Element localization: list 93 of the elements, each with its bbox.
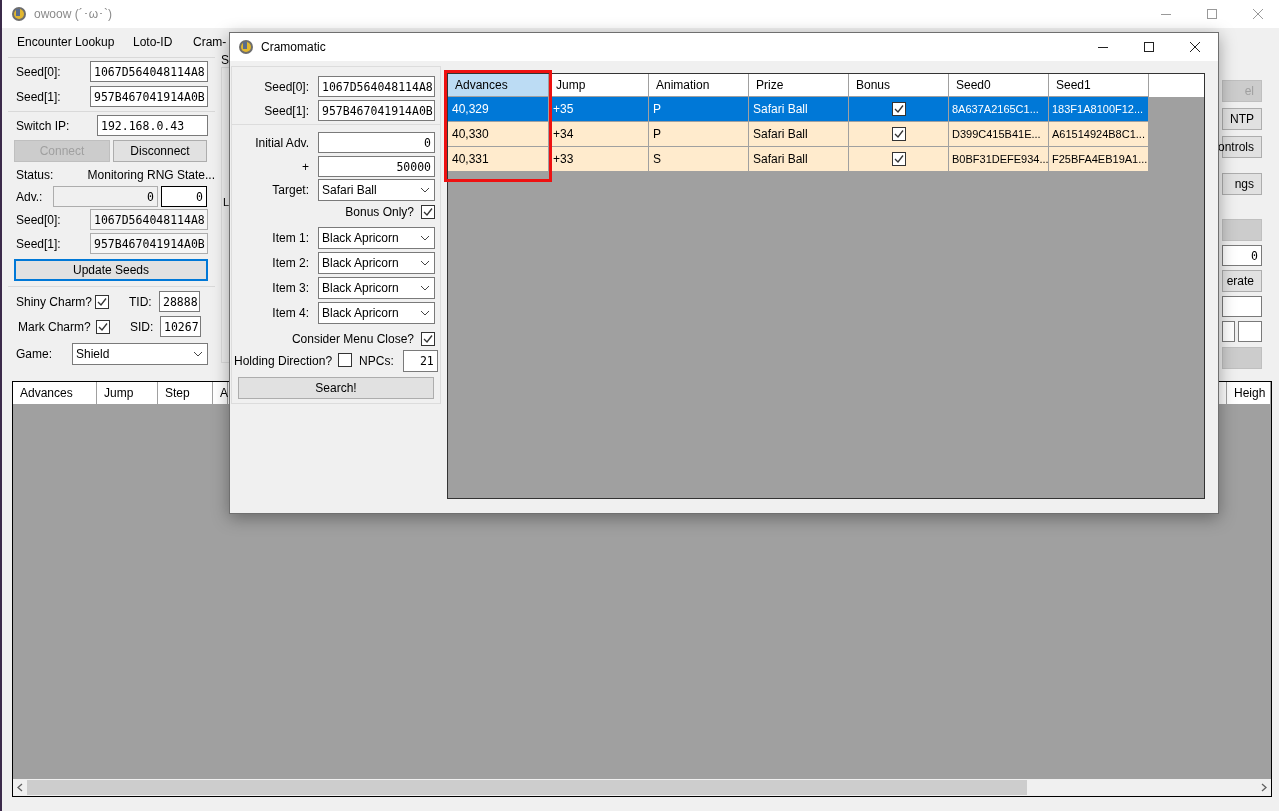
checkbox-label: Shiny Charm? [16,294,93,309]
checkbox[interactable] [96,319,110,334]
field-label: Seed[1]: [15,236,62,251]
dropdown[interactable]: Black Apricorn [318,227,435,249]
table-row[interactable]: 40,331 +33 S Safari Ball B0BF31DEFE934... F25BFA4EB19A1... [448,147,1149,172]
maximize-icon[interactable] [1144,42,1154,52]
chevron-icon [193,351,203,357]
checkbox-label: Holding Direction? [234,354,333,368]
app-icon [11,6,27,22]
field-label: TID: [129,294,153,309]
column-header[interactable]: Jump [97,382,158,404]
dropdown[interactable]: Black Apricorn [318,302,435,324]
menu-item[interactable]: Cram- [193,34,227,49]
checkbox[interactable] [891,127,906,141]
field-label: Adv.: [15,189,44,204]
text-field[interactable]: 0 [1222,245,1262,266]
table-cell: Safari Ball [749,147,849,172]
text-field[interactable]: 10267 [160,316,201,337]
update-seeds-button[interactable]: Update Seeds [14,259,208,281]
chevron-icon [420,235,430,241]
text-field[interactable]: 192.168.0.43 [97,115,208,136]
field-label: Seed[0]: [15,212,62,227]
text-field[interactable]: 28888 [159,291,200,312]
text-field[interactable] [1238,321,1262,342]
chevron-icon [420,285,430,291]
search-button[interactable]: Search! [238,377,434,399]
dropdown[interactable]: Safari Ball [318,179,435,201]
text-field[interactable]: 21 [402,350,438,372]
text-field[interactable]: 0 [161,186,207,207]
chevron-icon [420,310,430,316]
column-header[interactable]: A [213,382,228,404]
field-label: Item 1: [271,231,309,245]
text-field[interactable]: 957B467041914A0B [90,86,208,107]
chevron-icon [420,187,430,193]
scrollbar-thumb[interactable] [27,780,1027,795]
table-cell: F25BFA4EB19A1... [1049,147,1149,172]
field-label: Switch IP: [15,118,71,133]
checkbox-label: Mark Charm? [18,319,91,334]
column-header[interactable]: Advances [13,382,97,404]
app-icon [238,39,254,55]
field-label: Target: [271,183,309,197]
table-row[interactable]: 40,330 +34 P Safari Ball D399C415B41E... A61514924B8C1... [448,122,1149,147]
button[interactable]: NTP [1222,108,1262,130]
field-label: NPCs: [359,354,394,368]
field-label: Item 2: [271,256,309,270]
menu-item[interactable]: Encounter Lookup [17,34,115,49]
window-title: Cramomatic [261,40,326,54]
text-field[interactable]: 957B467041914A0B [318,100,435,121]
text-field[interactable] [1222,321,1236,342]
button[interactable]: ngs [1222,173,1262,195]
field-label: Item 4: [271,306,309,320]
menu-item[interactable]: Loto-ID [133,34,173,49]
field-label: Game: [15,347,53,361]
close-icon[interactable] [1190,42,1200,52]
column-header[interactable]: Step [158,382,213,404]
text-field[interactable]: 0 [318,132,435,153]
button[interactable]: erate [1222,270,1262,292]
checkbox-label: Bonus Only? [345,205,414,219]
column-header[interactable]: Advances [448,74,549,97]
table-cell: S [649,147,749,172]
field-label: SID: [130,319,155,334]
dropdown[interactable]: Black Apricorn [318,277,435,299]
field-label: + [301,159,309,174]
field-label: Status: [16,168,54,182]
column-header[interactable]: Heigh [1227,382,1271,404]
window-title: owoow (´･ω･`) [34,7,113,21]
text-field[interactable]: 1067D564048114A8 [318,76,435,97]
field-label: Seed[1]: [263,103,309,118]
field-label: Initial Adv. [254,135,309,150]
field-label: Item 3: [271,281,309,295]
text-field[interactable]: 1067D564048114A8 [90,61,208,82]
dropdown[interactable]: Shield [72,343,208,365]
tab-label[interactable]: S [221,53,229,67]
table-row[interactable]: 40,329 +35 P Safari Ball 8A637A2165C1... 183F1A8100F12... [448,97,1149,122]
checkbox[interactable] [338,352,353,367]
status-text: Monitoring RNG State... [87,168,215,182]
table-cell: +33 [549,147,649,172]
checkbox[interactable] [421,332,435,346]
checkbox[interactable] [891,102,906,116]
chevron-icon [420,260,430,266]
checkbox-label: Consider Menu Close? [291,332,414,346]
field-label: L [223,196,230,208]
checkbox[interactable] [891,152,906,166]
field-label: Seed[0]: [15,64,62,79]
disconnect-button[interactable]: Disconnect [113,140,207,162]
text-field[interactable] [1222,296,1262,317]
checkbox[interactable] [421,205,435,219]
text-field[interactable]: 50000 [318,156,435,177]
table-cell: B0BF31DEFE934... [949,147,1049,172]
field-label: Seed[0]: [263,79,309,94]
checkbox[interactable] [95,294,109,309]
dropdown[interactable]: Black Apricorn [318,252,435,274]
field-label: Seed[1]: [15,89,62,104]
